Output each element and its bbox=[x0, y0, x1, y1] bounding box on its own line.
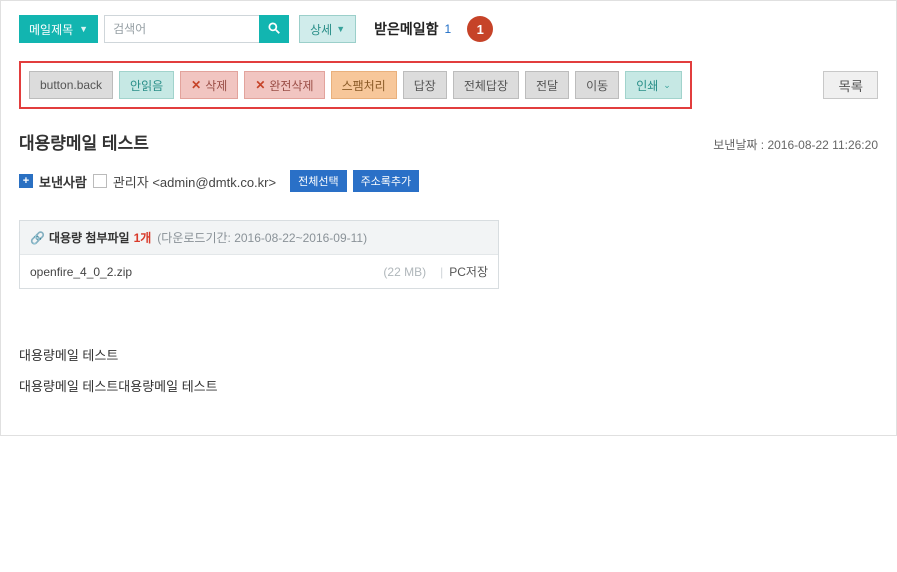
move-button[interactable]: 이동 bbox=[575, 71, 619, 99]
permanent-delete-label: 완전삭제 bbox=[269, 77, 313, 94]
attachment-period: (다운로드기간: 2016-08-22~2016-09-11) bbox=[157, 229, 367, 246]
mail-view-container: 메일제목 ▼ 상세 ▼ 받은메일함 1 1 button.back 안읽음 bbox=[0, 0, 897, 436]
sent-date: 보낸날짜 : 2016-08-22 11:26:20 bbox=[713, 136, 878, 153]
toolbar-highlight-box: button.back 안읽음 ✕ 삭제 ✕ 완전삭제 스팸처리 답장 전체답장… bbox=[19, 61, 692, 109]
back-button[interactable]: button.back bbox=[29, 71, 113, 99]
unread-button[interactable]: 안읽음 bbox=[119, 71, 174, 99]
attachment-filename[interactable]: openfire_4_0_2.zip bbox=[30, 265, 383, 279]
sent-date-label: 보낸날짜 : bbox=[713, 138, 764, 152]
search-button[interactable] bbox=[259, 15, 289, 43]
mail-body: 대용량메일 테스트 대용량메일 테스트대용량메일 테스트 bbox=[19, 344, 878, 399]
mailbox-title: 받은메일함 1 bbox=[374, 19, 451, 39]
content-area: 🔗 대용량 첨부파일 1개 (다운로드기간: 2016-08-22~2016-0… bbox=[1, 208, 896, 435]
select-all-button[interactable]: 전체선택 bbox=[290, 170, 346, 192]
spam-button[interactable]: 스팸처리 bbox=[331, 71, 397, 99]
list-button[interactable]: 목록 bbox=[823, 71, 878, 99]
body-line: 대용량메일 테스트 bbox=[19, 344, 878, 369]
from-label: 보낸사람 bbox=[39, 172, 87, 191]
sent-date-value: 2016-08-22 11:26:20 bbox=[767, 138, 878, 152]
subject-filter-select[interactable]: 메일제목 ▼ bbox=[19, 15, 98, 43]
print-button[interactable]: 인쇄 ⌄ bbox=[625, 71, 682, 99]
delete-label: 삭제 bbox=[205, 77, 227, 94]
attachment-title: 대용량 첨부파일 bbox=[49, 229, 130, 246]
sender-name-email: 관리자 <admin@dmtk.co.kr> bbox=[113, 172, 276, 191]
mailbox-count: 1 bbox=[445, 22, 452, 36]
delete-button[interactable]: ✕ 삭제 bbox=[180, 71, 238, 99]
divider: | bbox=[440, 265, 443, 279]
search-icon bbox=[267, 21, 281, 38]
attachment-filesize: (22 MB) bbox=[383, 265, 426, 279]
subject-filter-label: 메일제목 bbox=[29, 21, 73, 38]
paperclip-icon: 🔗 bbox=[30, 231, 45, 245]
forward-button[interactable]: 전달 bbox=[525, 71, 569, 99]
mailbox-name: 받은메일함 bbox=[374, 19, 438, 39]
search-input[interactable] bbox=[104, 15, 259, 43]
step-badge: 1 bbox=[467, 16, 493, 42]
close-icon: ✕ bbox=[191, 78, 201, 92]
pc-save-link[interactable]: PC저장 bbox=[449, 263, 488, 280]
search-box bbox=[104, 15, 289, 43]
attachment-item: openfire_4_0_2.zip (22 MB) | PC저장 bbox=[20, 255, 498, 288]
plus-icon[interactable]: + bbox=[19, 174, 33, 188]
caret-down-icon: ▼ bbox=[79, 24, 88, 34]
search-detail-button[interactable]: 상세 ▼ bbox=[299, 15, 356, 43]
reply-button[interactable]: 답장 bbox=[403, 71, 447, 99]
search-bar: 메일제목 ▼ 상세 ▼ 받은메일함 1 1 bbox=[1, 1, 896, 53]
toolbar-row: button.back 안읽음 ✕ 삭제 ✕ 완전삭제 스팸처리 답장 전체답장… bbox=[1, 53, 896, 123]
mail-subject: 대용량메일 테스트 bbox=[19, 129, 149, 154]
step-number: 1 bbox=[477, 22, 484, 37]
add-address-button[interactable]: 주소록추가 bbox=[353, 170, 420, 192]
mail-header: 대용량메일 테스트 보낸날짜 : 2016-08-22 11:26:20 bbox=[1, 123, 896, 164]
detail-label: 상세 bbox=[310, 21, 332, 38]
attachment-header: 🔗 대용량 첨부파일 1개 (다운로드기간: 2016-08-22~2016-0… bbox=[20, 221, 498, 255]
reply-all-button[interactable]: 전체답장 bbox=[453, 71, 519, 99]
attachment-box: 🔗 대용량 첨부파일 1개 (다운로드기간: 2016-08-22~2016-0… bbox=[19, 220, 499, 289]
caret-down-icon: ⌄ bbox=[663, 80, 671, 91]
attachment-count: 1개 bbox=[134, 229, 152, 246]
body-line: 대용량메일 테스트대용량메일 테스트 bbox=[19, 375, 878, 400]
permanent-delete-button[interactable]: ✕ 완전삭제 bbox=[244, 71, 324, 99]
print-label: 인쇄 bbox=[636, 77, 658, 94]
sender-checkbox[interactable] bbox=[93, 174, 107, 188]
close-icon: ✕ bbox=[255, 78, 265, 92]
caret-down-icon: ▼ bbox=[336, 24, 345, 34]
from-row: + 보낸사람 관리자 <admin@dmtk.co.kr> 전체선택 주소록추가 bbox=[1, 164, 896, 208]
